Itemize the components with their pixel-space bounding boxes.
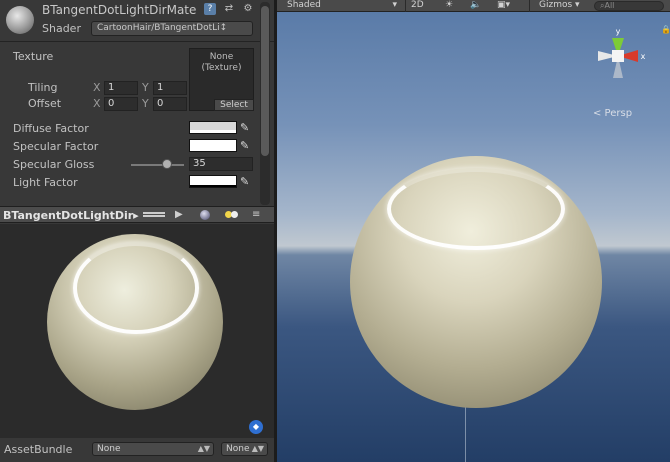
drag-handle-icon[interactable]: [143, 212, 165, 217]
light-factor-label: Light Factor: [13, 176, 78, 189]
specular-highlight-ring: [73, 242, 199, 334]
light-toggle-icon[interactable]: [225, 210, 239, 222]
lighting-toggle-icon[interactable]: ☀: [445, 0, 453, 12]
shading-mode-dropdown[interactable]: Shaded ▾: [287, 0, 397, 12]
scene-specular-ring: [387, 168, 565, 250]
preview-mesh-icon[interactable]: [200, 210, 210, 220]
eyedropper-icon[interactable]: ✎: [240, 140, 252, 152]
light-color-swatch[interactable]: [189, 175, 237, 188]
gloss-slider-knob[interactable]: [162, 159, 172, 169]
inspector-scrollbar[interactable]: [260, 2, 270, 205]
toolbar-separator: [529, 0, 530, 12]
shader-dropdown[interactable]: CartoonHair/BTangentDotLi↕: [91, 21, 253, 36]
preview-toolbar: BTangentDotLightDir▸ ▶ ≡: [0, 206, 274, 223]
tiling-x-label: X: [93, 81, 101, 94]
gizmo-center-cube[interactable]: [612, 50, 624, 62]
tiling-x-field[interactable]: 1: [104, 81, 138, 95]
gloss-value-field[interactable]: 35: [189, 157, 253, 171]
assetbundle-value: None: [97, 444, 121, 454]
material-inspector: BTangentDotLightDirMate ? ⇄ ⚙ Shader Car…: [0, 0, 274, 208]
persp-label[interactable]: < Persp: [593, 108, 632, 119]
scene-search-input[interactable]: ⌕All: [594, 1, 664, 11]
specular-gloss-label: Specular Gloss: [13, 158, 95, 171]
gizmo-y-label: y: [616, 27, 621, 36]
assetbundle-dropdown[interactable]: None ▲▼: [92, 442, 214, 456]
offset-y-label: Y: [142, 97, 149, 110]
eyedropper-icon[interactable]: ✎: [240, 122, 252, 134]
tag-icon[interactable]: ◆: [249, 420, 263, 434]
variant-value: None: [226, 444, 250, 454]
material-preview[interactable]: ◆: [0, 224, 274, 438]
preset-icon[interactable]: ⇄: [223, 3, 235, 15]
gizmos-label: Gizmos: [539, 0, 573, 10]
scrollbar-thumb[interactable]: [261, 6, 269, 156]
dropdown-arrow-icon: ▾: [392, 0, 397, 10]
scene-view[interactable]: y x 🔒 < Persp: [277, 12, 670, 462]
help-icon[interactable]: ?: [204, 3, 216, 15]
diffuse-color-swatch[interactable]: [189, 121, 237, 134]
offset-label: Offset: [28, 97, 62, 110]
unity-editor: BTangentDotLightDirMate ? ⇄ ⚙ Shader Car…: [0, 0, 670, 462]
gizmo-x-label: x: [641, 52, 646, 61]
texture-none-text: None: [209, 52, 234, 62]
material-header: BTangentDotLightDirMate ? ⇄ ⚙ Shader Car…: [0, 0, 274, 42]
texture-select-button[interactable]: Select: [214, 99, 254, 111]
dropdown-arrow-icon: ▲▼: [251, 444, 264, 453]
2d-toggle[interactable]: 2D: [411, 0, 424, 12]
variant-dropdown[interactable]: None ▲▼: [221, 442, 268, 456]
audio-toggle-icon[interactable]: 🔈: [470, 0, 481, 12]
diffuse-factor-label: Diffuse Factor: [13, 122, 89, 135]
eyedropper-icon[interactable]: ✎: [240, 176, 252, 188]
toolbar-separator: [405, 0, 406, 12]
orientation-gizmo[interactable]: y x: [588, 26, 648, 88]
specular-factor-label: Specular Factor: [13, 140, 99, 153]
texture-label: Texture: [13, 50, 54, 63]
effects-toggle-icon[interactable]: ▣▾: [497, 0, 510, 12]
material-name: BTangentDotLightDirMate: [42, 3, 197, 17]
dropdown-arrow-icon: ▲▼: [197, 444, 210, 453]
texture-type-text: (Texture): [201, 63, 242, 73]
scene-toolbar: Shaded ▾ 2D ☀ 🔈 ▣▾ Gizmos ▾ ⌕All: [277, 0, 670, 12]
gear-icon[interactable]: ⚙: [242, 3, 254, 15]
tiling-label: Tiling: [28, 81, 58, 94]
gizmos-dropdown[interactable]: Gizmos ▾: [539, 0, 580, 12]
specular-color-swatch[interactable]: [189, 139, 237, 152]
tiling-y-label: Y: [142, 81, 149, 94]
shader-label: Shader: [42, 22, 81, 35]
preview-title: BTangentDotLightDir▸: [3, 209, 139, 222]
gloss-slider-track[interactable]: [131, 164, 184, 166]
offset-y-field[interactable]: 0: [153, 97, 187, 111]
offset-x-label: X: [93, 97, 101, 110]
lock-icon[interactable]: 🔒: [661, 25, 670, 34]
header-icons: ? ⇄ ⚙: [204, 3, 254, 15]
preview-settings-icon[interactable]: ≡: [252, 209, 260, 221]
assetbundle-bar: AssetBundle None ▲▼ None ▲▼: [0, 438, 274, 462]
shading-mode-value: Shaded: [287, 0, 321, 10]
assetbundle-label: AssetBundle: [4, 443, 73, 456]
material-sphere-icon: [6, 6, 34, 34]
tiling-y-field[interactable]: 1: [153, 81, 187, 95]
offset-x-field[interactable]: 0: [104, 97, 138, 111]
play-icon[interactable]: ▶: [175, 209, 183, 221]
